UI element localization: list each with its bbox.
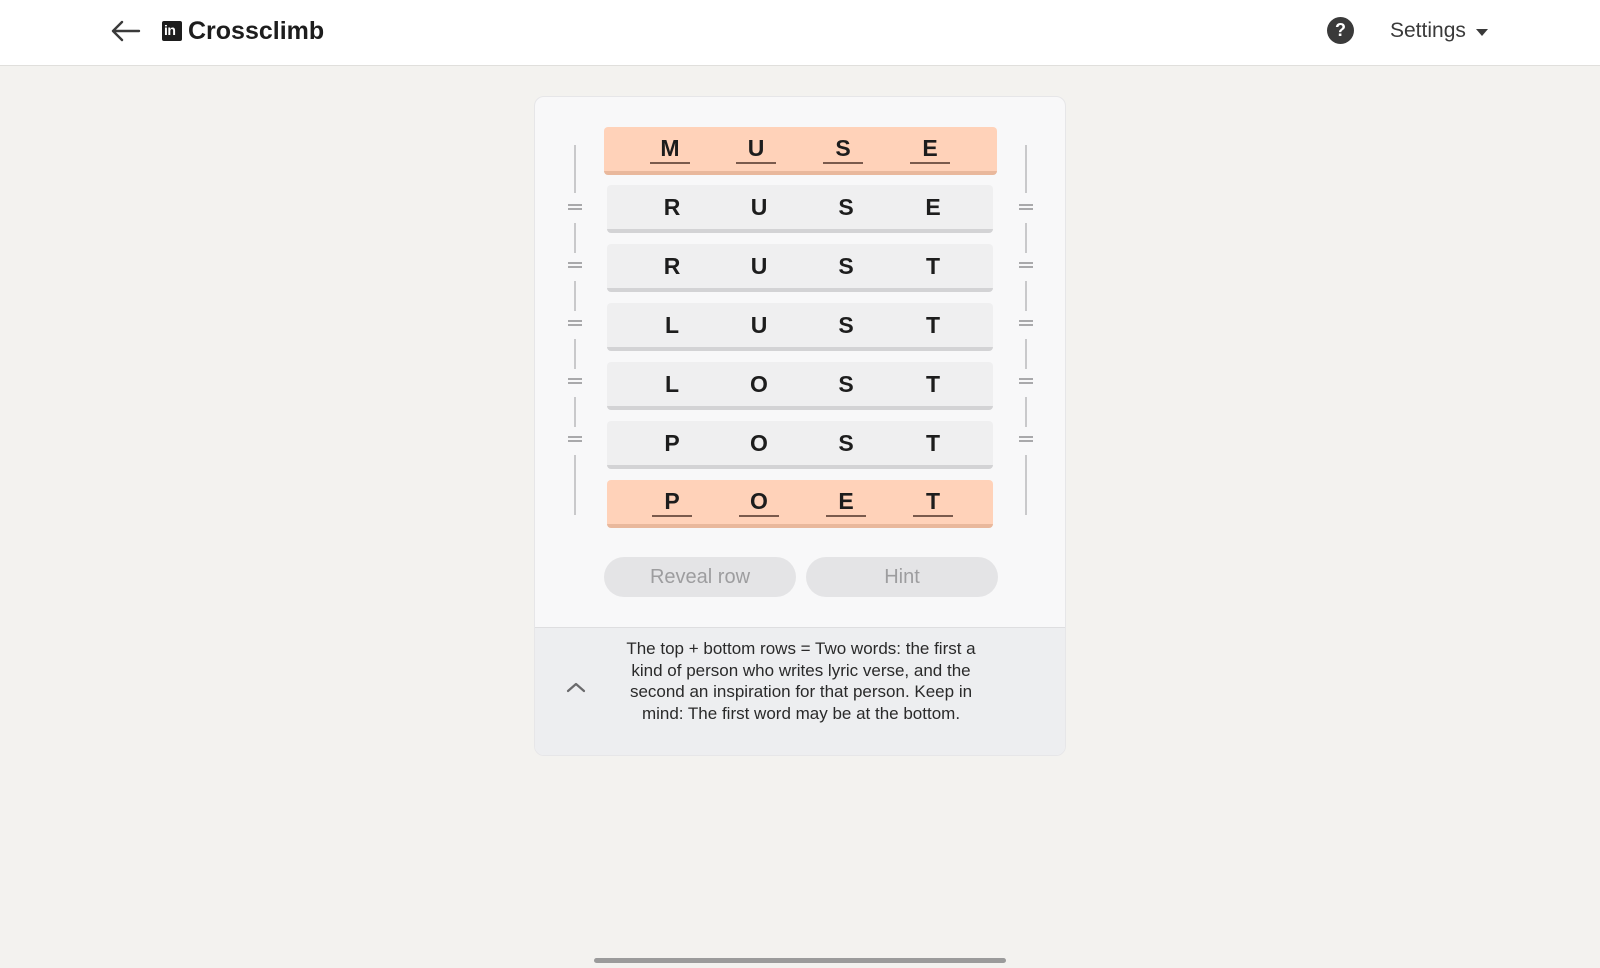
settings-label: Settings [1390, 19, 1466, 42]
letter-cell: E [910, 134, 950, 164]
caret-down-icon [1475, 28, 1488, 36]
rail-segment [574, 281, 576, 311]
word-row-top-locked[interactable]: M U S E [604, 127, 997, 175]
letter-cell: R [663, 253, 681, 279]
home-indicator [594, 958, 1006, 963]
letter-cell: L [664, 371, 680, 397]
letter-cell: T [925, 312, 941, 338]
back-arrow-icon[interactable] [108, 14, 144, 48]
letter-cell: S [838, 430, 854, 456]
settings-dropdown[interactable]: Settings [1390, 16, 1488, 46]
word-row[interactable]: L U S T [607, 303, 993, 351]
letter-cell: S [838, 312, 854, 338]
drag-handle-icon[interactable] [1019, 320, 1033, 326]
letter-cell: O [750, 371, 768, 397]
letter-cell: S [838, 194, 854, 220]
clue-text: The top + bottom rows = Two words: the f… [626, 639, 976, 723]
word-row[interactable]: P O S T [607, 421, 993, 469]
right-drag-rail [1016, 145, 1036, 525]
rail-segment [574, 339, 576, 369]
rail-segment [574, 455, 576, 515]
clue-panel: The top + bottom rows = Two words: the f… [535, 627, 1065, 755]
linkedin-logo-icon: in [162, 21, 182, 41]
drag-handle-icon[interactable] [1019, 262, 1033, 268]
rail-segment [574, 397, 576, 427]
letter-cell: U [736, 134, 776, 164]
letter-cell: T [925, 253, 941, 279]
drag-handle-icon[interactable] [568, 204, 582, 210]
drag-handle-icon[interactable] [568, 378, 582, 384]
rail-segment [1025, 455, 1027, 515]
letter-cell: S [838, 253, 854, 279]
letter-cell: E [826, 487, 866, 517]
letter-cell: T [925, 371, 941, 397]
word-row-bottom-locked[interactable]: P O E T [607, 480, 993, 528]
drag-handle-icon[interactable] [568, 320, 582, 326]
rail-segment [1025, 281, 1027, 311]
hint-button[interactable]: Hint [806, 557, 998, 597]
drag-handle-icon[interactable] [1019, 378, 1033, 384]
letter-cell: U [750, 312, 768, 338]
letter-cell: O [739, 487, 779, 517]
letter-cell: T [925, 430, 941, 456]
rail-segment [1025, 145, 1027, 193]
drag-handle-icon[interactable] [1019, 204, 1033, 210]
chevron-up-icon[interactable] [563, 674, 589, 700]
rail-segment [1025, 397, 1027, 427]
word-row[interactable]: L O S T [607, 362, 993, 410]
drag-handle-icon[interactable] [568, 262, 582, 268]
letter-cell: R [663, 194, 681, 220]
letter-cell: S [823, 134, 863, 164]
letter-cell: U [750, 194, 768, 220]
game-card: M U S E R U S E R U S T L U S T L O S T … [534, 96, 1066, 756]
letter-cell: O [750, 430, 768, 456]
help-question-icon[interactable]: ? [1327, 17, 1354, 44]
top-navigation-bar: in Crossclimb ? Settings [0, 0, 1600, 66]
word-row[interactable]: R U S E [607, 185, 993, 233]
app-title: Crossclimb [188, 17, 325, 45]
letter-cell: P [652, 487, 692, 517]
rail-segment [1025, 223, 1027, 253]
rail-segment [1025, 339, 1027, 369]
rail-segment [574, 145, 576, 193]
letter-cell: S [838, 371, 854, 397]
reveal-row-button[interactable]: Reveal row [604, 557, 796, 597]
drag-handle-icon[interactable] [1019, 436, 1033, 442]
letter-cell: P [664, 430, 680, 456]
word-row[interactable]: R U S T [607, 244, 993, 292]
letter-cell: U [750, 253, 768, 279]
drag-handle-icon[interactable] [568, 436, 582, 442]
letter-cell: M [650, 134, 690, 164]
letter-cell: E [925, 194, 941, 220]
left-drag-rail [565, 145, 585, 525]
letter-cell: L [664, 312, 680, 338]
letter-cell: T [913, 487, 953, 517]
rail-segment [574, 223, 576, 253]
